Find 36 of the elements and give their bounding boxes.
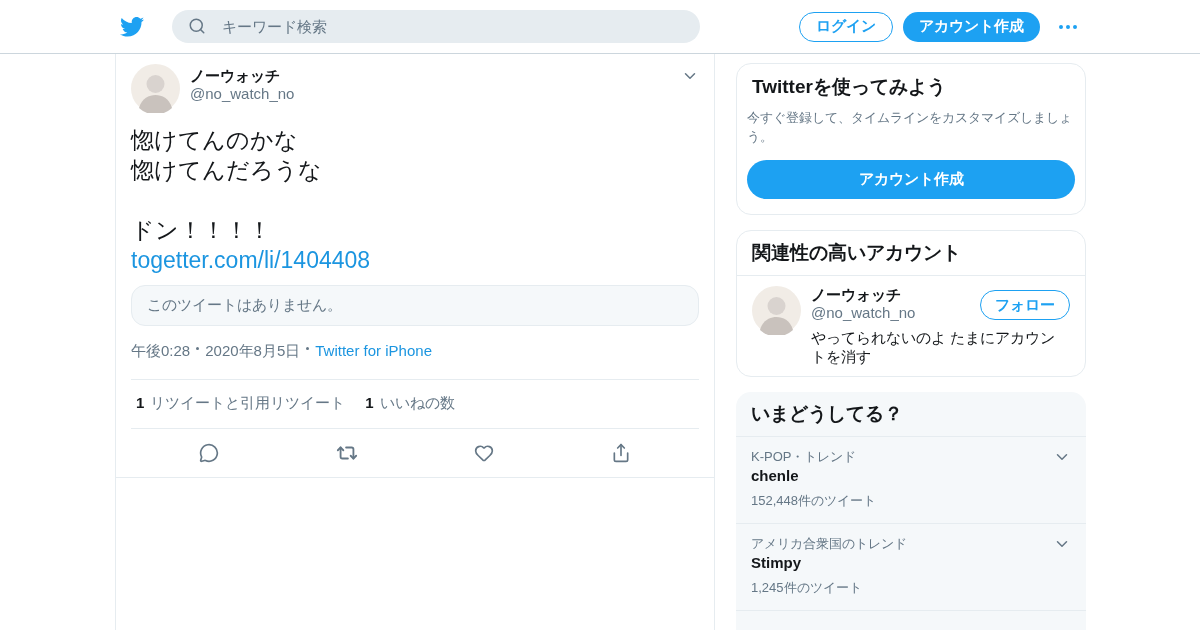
trend-context: アメリカ合衆国のトレンド — [751, 535, 908, 553]
search-icon — [188, 17, 206, 35]
card-title: Twitterを使ってみよう — [751, 75, 947, 99]
trend-name: chenle — [751, 466, 800, 486]
stat-count[interactable]: 1 — [365, 392, 374, 415]
search-field[interactable]: キーワード検索 — [172, 10, 700, 43]
account-handle[interactable]: @no_watch_no — [811, 304, 916, 322]
tweet-text: 惚けてんのかな — [131, 126, 299, 155]
tweet-text: ドン！！！！ — [131, 216, 272, 245]
signup-button[interactable]: アカウント作成 — [903, 11, 1040, 42]
account-bio: やってられないのよ たまにアカウントを消す — [811, 328, 1057, 366]
source-link[interactable]: Twitter for iPhone — [315, 340, 432, 363]
trend-count: 1,245件のツイート — [751, 579, 863, 597]
card-title: 関連性の高いアカウント — [752, 240, 961, 265]
stat-label[interactable]: いいねの数 — [379, 392, 455, 415]
trend-item[interactable]: アメリカ合衆国のトレンド Stimpy 1,245件のツイート — [736, 524, 1086, 611]
account-name[interactable]: ノーウォッチ — [811, 286, 916, 304]
trend-item[interactable]: K-POP・トレンド chenle 152,448件のツイート — [736, 437, 1086, 524]
tweet-link[interactable]: togetter.com/li/1404408 — [131, 245, 699, 275]
bird-logo-icon[interactable] — [120, 16, 144, 37]
trend-count: 152,448件のツイート — [751, 492, 877, 510]
trend-name: Stimpy — [751, 553, 802, 573]
user-name[interactable]: ノーウォッチ — [190, 67, 295, 85]
stat-count[interactable]: 1 — [136, 392, 145, 415]
heart-icon[interactable] — [474, 442, 495, 463]
user-handle[interactable]: @no_watch_no — [190, 85, 295, 103]
tweet-text: 惚けてんだろうな — [131, 156, 323, 185]
signup-button[interactable]: アカウント作成 — [747, 160, 1075, 199]
tweet-date[interactable]: 2020年8月5日 — [205, 340, 301, 363]
reply-icon[interactable] — [199, 442, 220, 463]
stat-label[interactable]: リツイートと引用リツイート — [150, 392, 346, 415]
unavailable-quote: このツイートはありません。 — [131, 285, 699, 326]
card-text: 今すぐ登録して、タイムラインをカスタマイズしましょう。 — [747, 109, 1073, 146]
tweet-time[interactable]: 午後0:28 — [131, 340, 191, 363]
trend-context: K-POP・トレンド — [751, 448, 858, 466]
card-title: いまどうしてる？ — [751, 401, 903, 426]
